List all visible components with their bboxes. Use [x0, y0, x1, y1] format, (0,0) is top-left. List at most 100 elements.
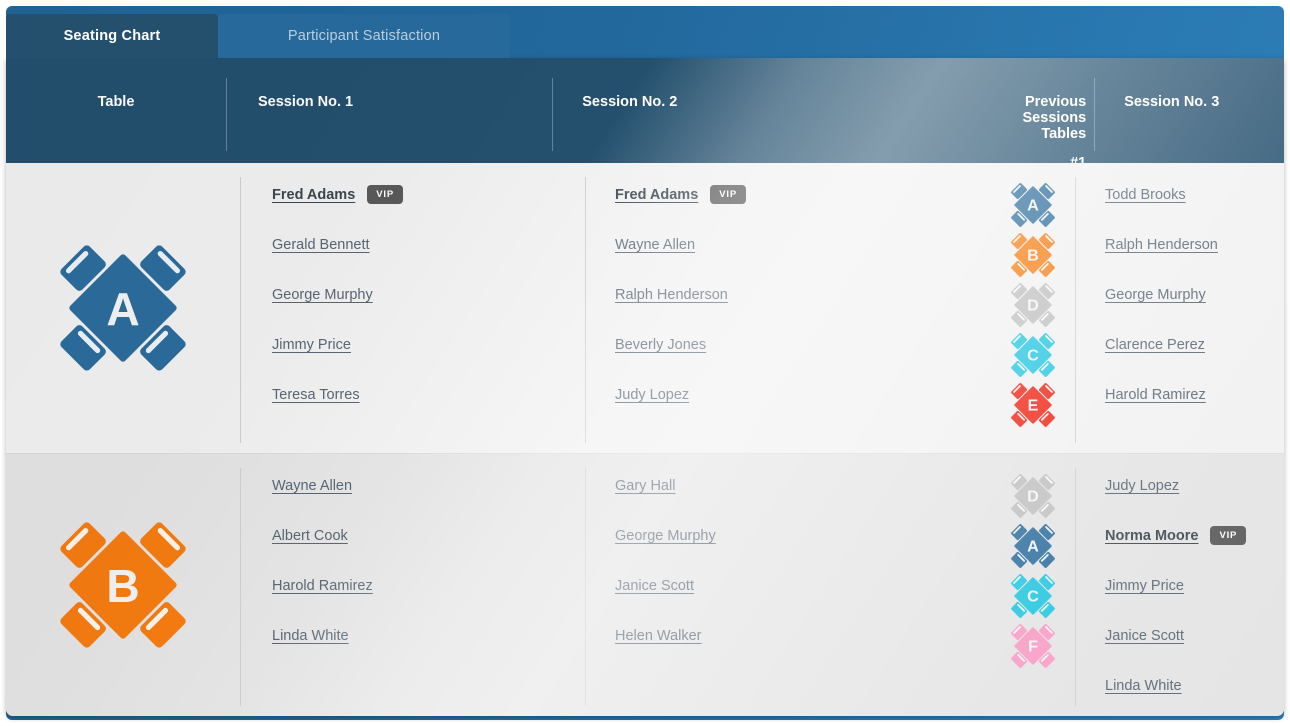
header-label-session-3: Session No. 3 — [1124, 94, 1220, 110]
table-cell: A — [6, 163, 240, 453]
participant-name-link[interactable]: Fred Adams — [272, 187, 355, 203]
participant-name-link[interactable]: Wayne Allen — [615, 237, 695, 253]
participant-entry: Ralph Henderson — [615, 287, 990, 337]
participant-entry: George Murphy — [272, 287, 585, 337]
participant-name-link[interactable]: Judy Lopez — [1105, 478, 1179, 494]
table-icon-letter: E — [1027, 396, 1038, 414]
participant-name-link[interactable]: George Murphy — [615, 528, 716, 544]
participant-name-link[interactable]: Linda White — [1105, 678, 1182, 694]
vip-badge: VIP — [1210, 526, 1247, 545]
table-icon-letter: A — [1027, 537, 1039, 555]
participant-entry: Clarence Perez — [1105, 337, 1275, 387]
participant-name-link[interactable]: George Murphy — [1105, 287, 1206, 303]
participant-name-link[interactable]: Ralph Henderson — [615, 287, 728, 303]
previous-session-table-entry: F — [1010, 624, 1055, 674]
participant-entry: Wayne Allen — [272, 478, 585, 528]
participant-name-link[interactable]: Wayne Allen — [272, 478, 352, 494]
table-header: Table Session No. 1 Session No. 2 Previo… — [6, 58, 1284, 171]
tab-participant-satisfaction[interactable]: Participant Satisfaction — [218, 14, 510, 58]
seating-chart-app: Seating Chart Participant Satisfaction T… — [0, 0, 1290, 726]
table-icon-b: B — [1010, 233, 1055, 277]
column-divider — [240, 177, 241, 443]
header-cell-session-1: Session No. 1 — [226, 58, 552, 163]
participant-entry: Linda White — [272, 628, 585, 678]
session-3-cell: Todd Brooks Ralph Henderson George Murphy C… — [1075, 163, 1275, 453]
previous-session-table-entry: B — [1010, 233, 1055, 283]
session-1-cell: Wayne Allen Albert Cook Harold Ramirez Lind… — [240, 454, 585, 716]
participant-name-link[interactable]: Clarence Perez — [1105, 337, 1205, 353]
participant-entry: Helen Walker — [615, 628, 990, 678]
table-icon-letter: B — [1027, 246, 1039, 264]
participant-entry: Teresa Torres — [272, 387, 585, 437]
participant-name-link[interactable]: Gary Hall — [615, 478, 675, 494]
header-cell-table: Table — [6, 58, 226, 163]
participant-entry: Gary Hall — [615, 478, 990, 528]
participant-entry: George Murphy — [615, 528, 990, 578]
table-icon-a: A — [60, 245, 186, 371]
participant-name-link[interactable]: Linda White — [272, 628, 349, 644]
participant-name-link[interactable]: Helen Walker — [615, 628, 702, 644]
participant-name-link[interactable]: Jimmy Price — [1105, 578, 1184, 594]
table-icon-letter: B — [106, 560, 139, 612]
participant-entry: Albert Cook — [272, 528, 585, 578]
previous-session-table-entry: C — [1010, 333, 1055, 383]
participant-entry: Ralph Henderson — [1105, 237, 1275, 287]
participant-entry: Fred Adams VIP — [272, 185, 585, 237]
column-divider — [1075, 177, 1076, 443]
participant-name-link[interactable]: Norma Moore — [1105, 528, 1198, 544]
tab-participant-satisfaction-label: Participant Satisfaction — [287, 28, 441, 44]
header-divider — [226, 78, 227, 151]
column-divider — [1075, 468, 1076, 706]
participant-entry: Todd Brooks — [1105, 187, 1275, 237]
session-2-cell: Fred Adams VIP Wayne Allen Ralph Henderson B… — [585, 163, 990, 453]
previous-sessions-tables-cell: D A C F — [990, 454, 1075, 716]
header-cell-session-3: Session No. 3 — [1094, 58, 1284, 163]
participant-name-link[interactable]: Fred Adams — [615, 187, 698, 203]
participant-name-link[interactable]: Albert Cook — [272, 528, 348, 544]
participant-entry: Norma Moore VIP — [1105, 526, 1275, 578]
participant-name-link[interactable]: Ralph Henderson — [1105, 237, 1218, 253]
participant-name-link[interactable]: Jimmy Price — [272, 337, 351, 353]
tab-seating-chart-label: Seating Chart — [63, 28, 161, 44]
previous-sessions-tables-cell: A B D C E — [990, 163, 1075, 453]
table-icon-b: B — [60, 522, 186, 648]
participant-name-link[interactable]: Janice Scott — [615, 578, 694, 594]
header-label-table: Table — [97, 94, 135, 110]
table-row: A Fred Adams VIP Gerald Bennett George Murph… — [6, 163, 1284, 454]
participant-name-link[interactable]: Judy Lopez — [615, 387, 689, 403]
participant-entry: Beverly Jones — [615, 337, 990, 387]
previous-session-table-entry: C — [1010, 574, 1055, 624]
header-cell-previous-sessions: Previous Sessions Tables #1 — [1015, 58, 1094, 171]
table-icon-letter: D — [1027, 487, 1039, 505]
column-divider — [585, 468, 586, 706]
participant-entry: Harold Ramirez — [1105, 387, 1275, 437]
session-1-cell: Fred Adams VIP Gerald Bennett George Murphy… — [240, 163, 585, 453]
participant-name-link[interactable]: Harold Ramirez — [272, 578, 373, 594]
participant-entry: Wayne Allen — [615, 237, 990, 287]
previous-session-table-entry: D — [1010, 283, 1055, 333]
previous-session-table-entry: E — [1010, 383, 1055, 433]
header-label-session-1: Session No. 1 — [258, 94, 354, 110]
header-label-previous-sessions: Previous Sessions Tables — [1022, 94, 1087, 142]
table-icon-a: A — [1010, 183, 1055, 227]
header-divider — [552, 78, 554, 151]
participant-entry: Janice Scott — [615, 578, 990, 628]
participant-entry: Jimmy Price — [272, 337, 585, 387]
participant-name-link[interactable]: Todd Brooks — [1105, 187, 1186, 203]
participant-name-link[interactable]: George Murphy — [272, 287, 373, 303]
table-icon-letter: A — [106, 283, 139, 335]
table-icon-c: C — [1010, 333, 1055, 377]
table-cell: B — [6, 454, 240, 716]
header-divider — [1094, 78, 1096, 151]
participant-name-link[interactable]: Janice Scott — [1105, 628, 1184, 644]
participant-name-link[interactable]: Teresa Torres — [272, 387, 360, 403]
participant-entry: Judy Lopez — [1105, 478, 1275, 528]
participant-name-link[interactable]: Beverly Jones — [615, 337, 706, 353]
vip-badge: VIP — [367, 185, 403, 204]
participant-name-link[interactable]: Gerald Bennett — [272, 237, 370, 253]
tab-seating-chart[interactable]: Seating Chart — [6, 14, 218, 58]
table-icon-d: D — [1010, 474, 1055, 518]
session-2-cell: Gary Hall George Murphy Janice Scott Helen … — [585, 454, 990, 716]
participant-name-link[interactable]: Harold Ramirez — [1105, 387, 1206, 403]
participant-entry: Linda White — [1105, 678, 1275, 716]
